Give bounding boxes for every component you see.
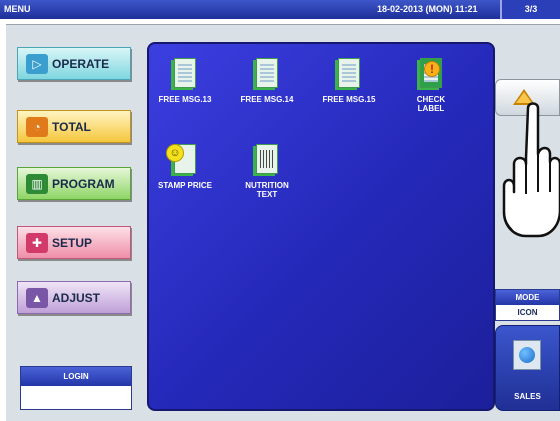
- clock-icon: ◔: [26, 116, 48, 137]
- adjust-label: ADJUST: [52, 290, 101, 305]
- play-icon: ▷: [26, 53, 48, 74]
- setup-label: SETUP: [52, 235, 93, 250]
- total-label: TOTAL: [52, 119, 91, 134]
- book-icon: ▥: [26, 173, 48, 194]
- program-button[interactable]: ▥ PROGRAM: [17, 167, 131, 200]
- item-label: FREE MSG.14: [240, 95, 294, 104]
- adjust-button[interactable]: ▲ ADJUST: [17, 281, 131, 314]
- item-label: FREE MSG.15: [322, 95, 376, 104]
- date-time: 18-02-2013 (MON) 11:21: [377, 4, 478, 14]
- adjust-icon: ▲: [26, 287, 48, 308]
- item-label: FREE MSG.13: [158, 95, 212, 104]
- screen-title: MENU: [4, 4, 31, 14]
- mode-label: MODE: [496, 290, 559, 305]
- document-icon: [172, 58, 198, 88]
- sales-icon: [513, 340, 541, 370]
- icon-panel: FREE MSG.13 FREE MSG.14 FREE MSG.15 ! CH…: [147, 42, 495, 411]
- warning-icon: !: [418, 58, 444, 88]
- login-field[interactable]: [21, 386, 131, 409]
- program-label: PROGRAM: [52, 176, 115, 191]
- document-icon: [336, 58, 362, 88]
- sales-label: SALES: [514, 392, 541, 401]
- item-label-line2: LABEL: [417, 104, 445, 113]
- item-nutrition-text[interactable]: NUTRITION TEXT: [231, 144, 303, 199]
- wrench-icon: ✚: [26, 232, 48, 253]
- item-free-msg-13[interactable]: FREE MSG.13: [149, 58, 221, 104]
- operate-label: OPERATE: [52, 56, 110, 71]
- title-bar: MENU 18-02-2013 (MON) 11:21 3/3: [0, 0, 560, 19]
- document-icon: [254, 58, 280, 88]
- page-indicator: 3/3: [500, 0, 560, 19]
- sales-button[interactable]: SALES: [495, 325, 560, 411]
- item-label: STAMP PRICE: [158, 181, 212, 190]
- item-label-line1: NUTRITION: [245, 181, 289, 190]
- nutrition-icon: [254, 144, 280, 174]
- item-label-line1: CHECK: [416, 95, 446, 104]
- item-free-msg-14[interactable]: FREE MSG.14: [231, 58, 303, 104]
- mode-value: ICON: [517, 308, 538, 317]
- item-label-line2: TEXT: [256, 190, 278, 199]
- login-box[interactable]: LOGIN: [20, 366, 132, 410]
- item-check-label[interactable]: ! CHECK LABEL: [395, 58, 467, 113]
- mode-box: MODE ICON: [495, 289, 560, 321]
- operate-button[interactable]: ▷ OPERATE: [17, 47, 131, 80]
- item-free-msg-15[interactable]: FREE MSG.15: [313, 58, 385, 104]
- total-button[interactable]: ◔ TOTAL: [17, 110, 131, 143]
- login-label: LOGIN: [21, 367, 131, 386]
- item-stamp-price[interactable]: ☺ STAMP PRICE: [149, 144, 221, 190]
- smiley-icon: ☺: [166, 144, 198, 174]
- setup-button[interactable]: ✚ SETUP: [17, 226, 131, 259]
- pointing-hand-icon: [502, 102, 560, 238]
